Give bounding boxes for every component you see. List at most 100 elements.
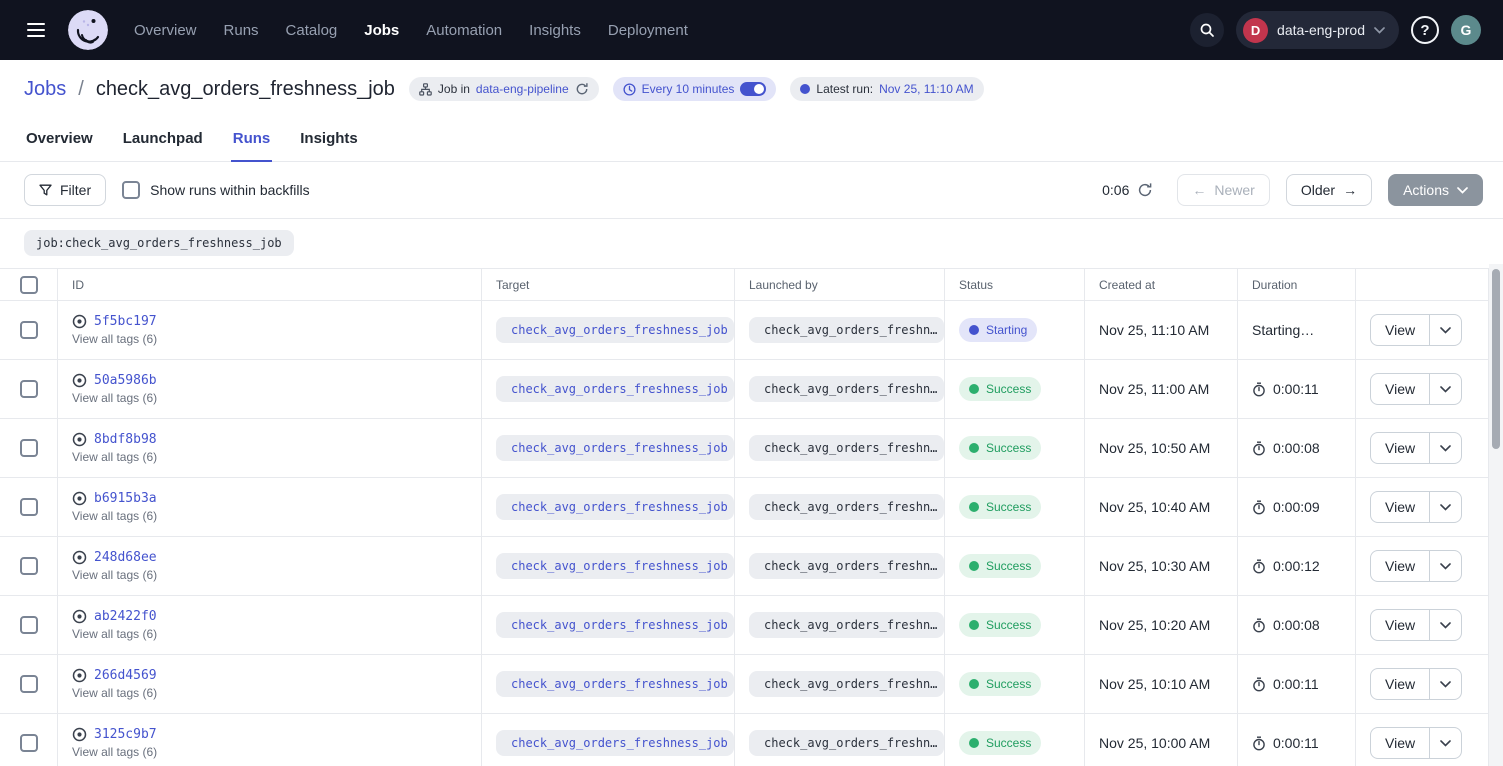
view-button[interactable]: View bbox=[1371, 669, 1429, 699]
row-checkbox[interactable] bbox=[20, 675, 38, 693]
actions-button[interactable]: Actions bbox=[1388, 174, 1483, 206]
view-button[interactable]: View bbox=[1371, 433, 1429, 463]
scrollbar-thumb[interactable] bbox=[1492, 269, 1500, 449]
run-id-link[interactable]: 3125c9b7 bbox=[94, 727, 157, 742]
view-dropdown-button[interactable] bbox=[1429, 374, 1461, 404]
schedule-label: Every 10 minutes bbox=[642, 82, 735, 96]
launched-by-chip[interactable]: check_avg_orders_freshn… bbox=[749, 494, 944, 520]
search-button[interactable] bbox=[1190, 13, 1224, 47]
nav-item-overview[interactable]: Overview bbox=[134, 22, 197, 39]
nav-item-automation[interactable]: Automation bbox=[426, 22, 502, 39]
run-id-link[interactable]: ab2422f0 bbox=[94, 609, 157, 624]
select-all-checkbox[interactable] bbox=[20, 276, 38, 294]
backfills-checkbox[interactable] bbox=[122, 181, 140, 199]
view-all-tags-link[interactable]: View all tags (6) bbox=[72, 509, 157, 523]
view-all-tags-link[interactable]: View all tags (6) bbox=[72, 568, 157, 582]
tab-launchpad[interactable]: Launchpad bbox=[121, 120, 205, 161]
header-target: Target bbox=[482, 269, 735, 301]
target-chip[interactable]: check_avg_orders_freshness_job bbox=[496, 671, 734, 697]
view-button[interactable]: View bbox=[1371, 315, 1429, 345]
latest-run-link[interactable]: Nov 25, 11:10 AM bbox=[879, 82, 974, 96]
run-id-link[interactable]: 5f5bc197 bbox=[94, 314, 157, 329]
launched-by-chip[interactable]: check_avg_orders_freshn… bbox=[749, 612, 944, 638]
breadcrumb-jobs-link[interactable]: Jobs bbox=[24, 78, 66, 101]
reload-location-icon[interactable] bbox=[575, 82, 589, 96]
nav-item-catalog[interactable]: Catalog bbox=[286, 22, 338, 39]
job-location-link[interactable]: data-eng-pipeline bbox=[476, 82, 569, 96]
duration-value: 0:00:11 bbox=[1273, 676, 1319, 692]
launched-by-chip[interactable]: check_avg_orders_freshn… bbox=[749, 317, 944, 343]
nav-item-insights[interactable]: Insights bbox=[529, 22, 581, 39]
view-all-tags-link[interactable]: View all tags (6) bbox=[72, 450, 157, 464]
row-checkbox[interactable] bbox=[20, 380, 38, 398]
launched-by-chip[interactable]: check_avg_orders_freshn… bbox=[749, 376, 944, 402]
view-dropdown-button[interactable] bbox=[1429, 315, 1461, 345]
tab-runs[interactable]: Runs bbox=[231, 120, 273, 162]
nav-item-deployment[interactable]: Deployment bbox=[608, 22, 688, 39]
vertical-scrollbar[interactable] bbox=[1489, 264, 1503, 766]
view-all-tags-link[interactable]: View all tags (6) bbox=[72, 332, 157, 346]
target-chip[interactable]: check_avg_orders_freshness_job bbox=[496, 435, 734, 461]
launched-by-chip[interactable]: check_avg_orders_freshn… bbox=[749, 671, 944, 697]
view-dropdown-button[interactable] bbox=[1429, 669, 1461, 699]
table-row: b6915b3a View all tags (6) check_avg_ord… bbox=[0, 478, 1489, 537]
view-button[interactable]: View bbox=[1371, 492, 1429, 522]
newer-button[interactable]: ← Newer bbox=[1177, 174, 1269, 206]
row-checkbox[interactable] bbox=[20, 734, 38, 752]
target-chip[interactable]: check_avg_orders_freshness_job bbox=[496, 730, 734, 756]
help-button[interactable]: ? bbox=[1411, 16, 1439, 44]
view-button[interactable]: View bbox=[1371, 610, 1429, 640]
view-button[interactable]: View bbox=[1371, 551, 1429, 581]
job-filter-token[interactable]: job:check_avg_orders_freshness_job bbox=[24, 230, 294, 256]
launched-by-chip[interactable]: check_avg_orders_freshn… bbox=[749, 730, 944, 756]
view-all-tags-link[interactable]: View all tags (6) bbox=[72, 627, 157, 641]
dagster-logo-icon[interactable] bbox=[68, 10, 108, 50]
refresh-icon[interactable] bbox=[1137, 182, 1153, 198]
user-avatar[interactable]: G bbox=[1451, 15, 1481, 45]
view-button[interactable]: View bbox=[1371, 374, 1429, 404]
older-button[interactable]: Older → bbox=[1286, 174, 1372, 206]
view-all-tags-link[interactable]: View all tags (6) bbox=[72, 391, 157, 405]
view-dropdown-button[interactable] bbox=[1429, 610, 1461, 640]
target-chip[interactable]: check_avg_orders_freshness_job bbox=[496, 494, 734, 520]
row-checkbox[interactable] bbox=[20, 439, 38, 457]
schedule-toggle[interactable] bbox=[740, 82, 766, 96]
page-title: check_avg_orders_freshness_job bbox=[96, 78, 395, 101]
target-chip[interactable]: check_avg_orders_freshness_job bbox=[496, 376, 734, 402]
target-chip[interactable]: check_avg_orders_freshness_job bbox=[496, 317, 734, 343]
status-badge: Success bbox=[959, 377, 1041, 401]
menu-icon[interactable] bbox=[20, 14, 52, 46]
status-dot-icon bbox=[969, 443, 979, 453]
page-header: Jobs / check_avg_orders_freshness_job Jo… bbox=[0, 60, 1503, 118]
run-id-link[interactable]: 248d68ee bbox=[94, 550, 157, 565]
row-checkbox[interactable] bbox=[20, 321, 38, 339]
run-id-link[interactable]: b6915b3a bbox=[94, 491, 157, 506]
run-id-link[interactable]: 50a5986b bbox=[94, 373, 157, 388]
search-icon bbox=[1199, 22, 1215, 38]
launched-by-chip[interactable]: check_avg_orders_freshn… bbox=[749, 553, 944, 579]
launched-by-chip[interactable]: check_avg_orders_freshn… bbox=[749, 435, 944, 461]
tab-overview[interactable]: Overview bbox=[24, 120, 95, 161]
row-checkbox[interactable] bbox=[20, 557, 38, 575]
view-dropdown-button[interactable] bbox=[1429, 433, 1461, 463]
nav-item-jobs[interactable]: Jobs bbox=[364, 22, 399, 39]
deployment-switcher[interactable]: D data-eng-prod bbox=[1236, 11, 1399, 49]
chevron-down-icon bbox=[1457, 187, 1468, 194]
run-id-link[interactable]: 8bdf8b98 bbox=[94, 432, 157, 447]
view-button[interactable]: View bbox=[1371, 728, 1429, 758]
view-all-tags-link[interactable]: View all tags (6) bbox=[72, 745, 157, 759]
run-target-icon bbox=[72, 373, 87, 388]
run-target-icon bbox=[72, 668, 87, 683]
nav-item-runs[interactable]: Runs bbox=[224, 22, 259, 39]
view-all-tags-link[interactable]: View all tags (6) bbox=[72, 686, 157, 700]
run-id-link[interactable]: 266d4569 bbox=[94, 668, 157, 683]
view-dropdown-button[interactable] bbox=[1429, 728, 1461, 758]
tab-insights[interactable]: Insights bbox=[298, 120, 360, 161]
target-chip[interactable]: check_avg_orders_freshness_job bbox=[496, 553, 734, 579]
row-checkbox[interactable] bbox=[20, 616, 38, 634]
target-chip[interactable]: check_avg_orders_freshness_job bbox=[496, 612, 734, 638]
view-dropdown-button[interactable] bbox=[1429, 551, 1461, 581]
row-checkbox[interactable] bbox=[20, 498, 38, 516]
view-dropdown-button[interactable] bbox=[1429, 492, 1461, 522]
filter-button[interactable]: Filter bbox=[24, 174, 106, 206]
